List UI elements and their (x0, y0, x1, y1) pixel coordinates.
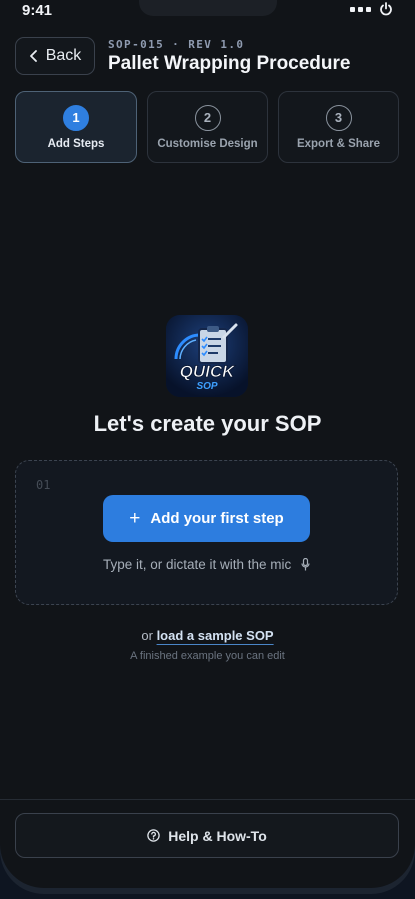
load-sample-link[interactable]: load a sample SOP (157, 628, 274, 643)
help-circle-icon (147, 829, 160, 842)
chevron-left-icon (29, 50, 37, 62)
add-step-label: Add your first step (150, 510, 284, 527)
step-index: 01 (36, 478, 51, 492)
step-label: Add Steps (47, 137, 105, 150)
help-label: Help & How-To (168, 827, 267, 844)
back-label: Back (45, 47, 82, 64)
step-label: Export & Share (296, 137, 381, 150)
page-title: Pallet Wrapping Procedure (108, 53, 351, 74)
status-bar: 9:41 (0, 0, 415, 22)
back-button[interactable]: Back (15, 37, 95, 75)
status-time: 9:41 (22, 2, 53, 19)
add-first-step-button[interactable]: + Add your first step (103, 495, 310, 542)
power-icon (380, 2, 392, 16)
step-number-badge: 3 (325, 104, 352, 131)
sample-prompt: or load a sample SOP (0, 628, 415, 643)
app-logo: QUICK SOP (166, 315, 248, 397)
hint-text: Type it, or dictate it with the mic (102, 557, 292, 572)
step-number-badge: 2 (194, 104, 221, 131)
logo-wordmark: QUICK (180, 362, 237, 381)
help-button[interactable]: Help & How-To (15, 813, 399, 858)
plus-icon: + (129, 508, 141, 529)
dictation-hint: Type it, or dictate it with the mic (16, 557, 397, 572)
signal-icon (350, 6, 371, 12)
main-heading: Let's create your SOP (93, 411, 322, 436)
logo-subwordmark: SOP (196, 381, 217, 392)
sample-subtext: A finished example you can edit (130, 650, 285, 662)
doc-code: SOP-015 · REV 1.0 (108, 38, 245, 51)
footer-divider (0, 799, 415, 800)
step-label: Customise Design (157, 137, 258, 150)
step-number-badge: 1 (63, 104, 89, 131)
empty-step-card: 01 + Add your first step Type it, or dic… (15, 460, 398, 605)
tab-add-steps[interactable]: 1 Add Steps (15, 91, 137, 163)
camera-notch (139, 0, 277, 16)
tab-customise-design[interactable]: 2 Customise Design (147, 91, 268, 163)
phone-screen: 9:41 Back SOP-015 · REV 1.0 Pallet Wrapp… (0, 0, 415, 888)
mic-icon[interactable] (301, 557, 310, 571)
sample-prefix: or (141, 628, 153, 643)
status-icons (350, 2, 393, 16)
tab-export-share[interactable]: 3 Export & Share (278, 91, 399, 163)
